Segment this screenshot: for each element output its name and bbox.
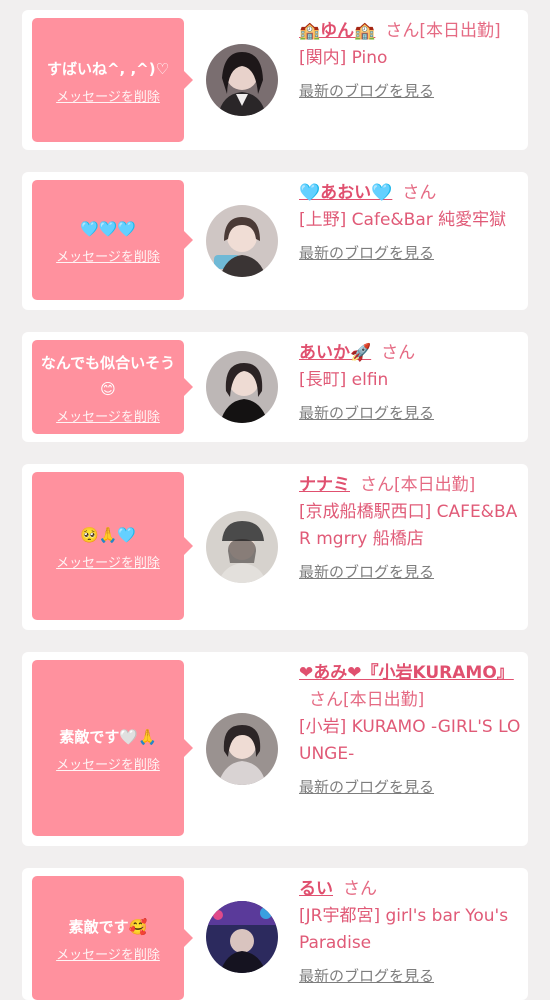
- message-bubble: 素敵です🤍🙏 メッセージを削除: [32, 660, 184, 836]
- message-card: 素敵です🥰 メッセージを削除 るい さん [JR宇都宮] girl's bar Y…: [22, 868, 528, 1000]
- sender-info: ナナミ さん[本日出勤] [京成船橋駅西口] CAFE&BAR mgrry 船橋店…: [299, 472, 521, 586]
- latest-blog-link[interactable]: 最新のブログを見る: [299, 774, 434, 801]
- avatar[interactable]: [206, 205, 278, 277]
- message-list: すばいね^, ,^)♡ メッセージを削除 🏫ゆん🏫 さん[本日出勤] [関内] P…: [0, 0, 550, 1000]
- delete-message-link[interactable]: メッセージを削除: [56, 406, 160, 425]
- message-card: 素敵です🤍🙏 メッセージを削除 ❤あみ❤『小岩KURAMO』さん[本日出勤] […: [22, 652, 528, 846]
- message-text: なんでも似合いそう😊: [40, 353, 176, 398]
- avatar-image: [206, 351, 278, 423]
- latest-blog-link[interactable]: 最新のブログを見る: [299, 400, 434, 427]
- sender-info: 🩵あおい🩵 さん [上野] Cafe&Bar 純愛牢獄 最新のブログを見る: [299, 180, 521, 267]
- avatar-image: [206, 713, 278, 785]
- sender-name-link[interactable]: ❤あみ❤『小岩KURAMO』: [299, 663, 514, 683]
- message-card: 🥺🙏🩵 メッセージを削除 ナナミ さん[本日出勤] [京成船橋駅西口] CAFE&…: [22, 464, 528, 630]
- sender-name-link[interactable]: ナナミ: [299, 475, 350, 495]
- latest-blog-link[interactable]: 最新のブログを見る: [299, 963, 434, 990]
- sender-suffix: さん: [343, 879, 377, 899]
- sender-name-link[interactable]: 🏫ゆん🏫: [299, 21, 375, 41]
- message-bubble: 🩵🩵🩵 メッセージを削除: [32, 180, 184, 300]
- sender-shop: [小岩] KURAMO -GIRL'S LOUNGE-: [299, 717, 521, 764]
- avatar[interactable]: [206, 44, 278, 116]
- avatar-image: [206, 901, 278, 973]
- delete-message-link[interactable]: メッセージを削除: [56, 754, 160, 773]
- avatar[interactable]: [206, 901, 278, 973]
- sender-suffix: さん[本日出勤]: [309, 690, 425, 710]
- avatar-image: [206, 511, 278, 583]
- avatar[interactable]: [206, 511, 278, 583]
- sender-suffix: さん: [381, 343, 416, 363]
- delete-message-link[interactable]: メッセージを削除: [56, 246, 160, 265]
- delete-message-link[interactable]: メッセージを削除: [56, 944, 160, 963]
- sender-shop: [JR宇都宮] girl's bar You's Paradise: [299, 906, 509, 953]
- avatar[interactable]: [206, 713, 278, 785]
- delete-message-link[interactable]: メッセージを削除: [56, 86, 160, 105]
- message-text: 素敵です🤍🙏: [59, 727, 157, 746]
- sender-shop: [長町] elfin: [299, 370, 389, 390]
- message-card: なんでも似合いそう😊 メッセージを削除 あいか🚀 さん [長町] elfin 最新…: [22, 332, 528, 442]
- message-bubble: 🥺🙏🩵 メッセージを削除: [32, 472, 184, 620]
- avatar-image: [206, 205, 278, 277]
- sender-name-link[interactable]: るい: [299, 879, 333, 899]
- latest-blog-link[interactable]: 最新のブログを見る: [299, 240, 434, 267]
- delete-message-link[interactable]: メッセージを削除: [56, 552, 160, 571]
- sender-shop: [上野] Cafe&Bar 純愛牢獄: [299, 210, 507, 230]
- message-text: 素敵です🥰: [68, 917, 148, 936]
- message-card: 🩵🩵🩵 メッセージを削除 🩵あおい🩵 さん [上野] Cafe&Bar 純愛牢獄 …: [22, 172, 528, 310]
- sender-info: 🏫ゆん🏫 さん[本日出勤] [関内] Pino 最新のブログを見る: [299, 18, 521, 105]
- sender-name-link[interactable]: あいか🚀: [299, 343, 371, 363]
- sender-info: あいか🚀 さん [長町] elfin 最新のブログを見る: [299, 340, 521, 427]
- sender-shop: [京成船橋駅西口] CAFE&BAR mgrry 船橋店: [299, 502, 518, 549]
- message-card: すばいね^, ,^)♡ メッセージを削除 🏫ゆん🏫 さん[本日出勤] [関内] P…: [22, 10, 528, 150]
- message-bubble: すばいね^, ,^)♡ メッセージを削除: [32, 18, 184, 142]
- sender-info: ❤あみ❤『小岩KURAMO』さん[本日出勤] [小岩] KURAMO -GIRL…: [299, 660, 521, 801]
- avatar-image: [206, 44, 278, 116]
- message-text: 🩵🩵🩵: [79, 219, 137, 238]
- message-bubble: なんでも似合いそう😊 メッセージを削除: [32, 340, 184, 434]
- message-bubble: 素敵です🥰 メッセージを削除: [32, 876, 184, 1000]
- message-text: すばいね^, ,^)♡: [46, 59, 170, 78]
- sender-shop: [関内] Pino: [299, 48, 388, 68]
- sender-info: るい さん [JR宇都宮] girl's bar You's Paradise 最…: [299, 876, 521, 990]
- sender-name-link[interactable]: 🩵あおい🩵: [299, 183, 392, 203]
- message-text: 🥺🙏🩵: [79, 525, 137, 544]
- latest-blog-link[interactable]: 最新のブログを見る: [299, 559, 434, 586]
- sender-suffix: さん: [402, 183, 437, 203]
- avatar[interactable]: [206, 351, 278, 423]
- sender-suffix: さん[本日出勤]: [360, 475, 476, 495]
- latest-blog-link[interactable]: 最新のブログを見る: [299, 78, 434, 105]
- sender-suffix: さん[本日出勤]: [385, 21, 501, 41]
